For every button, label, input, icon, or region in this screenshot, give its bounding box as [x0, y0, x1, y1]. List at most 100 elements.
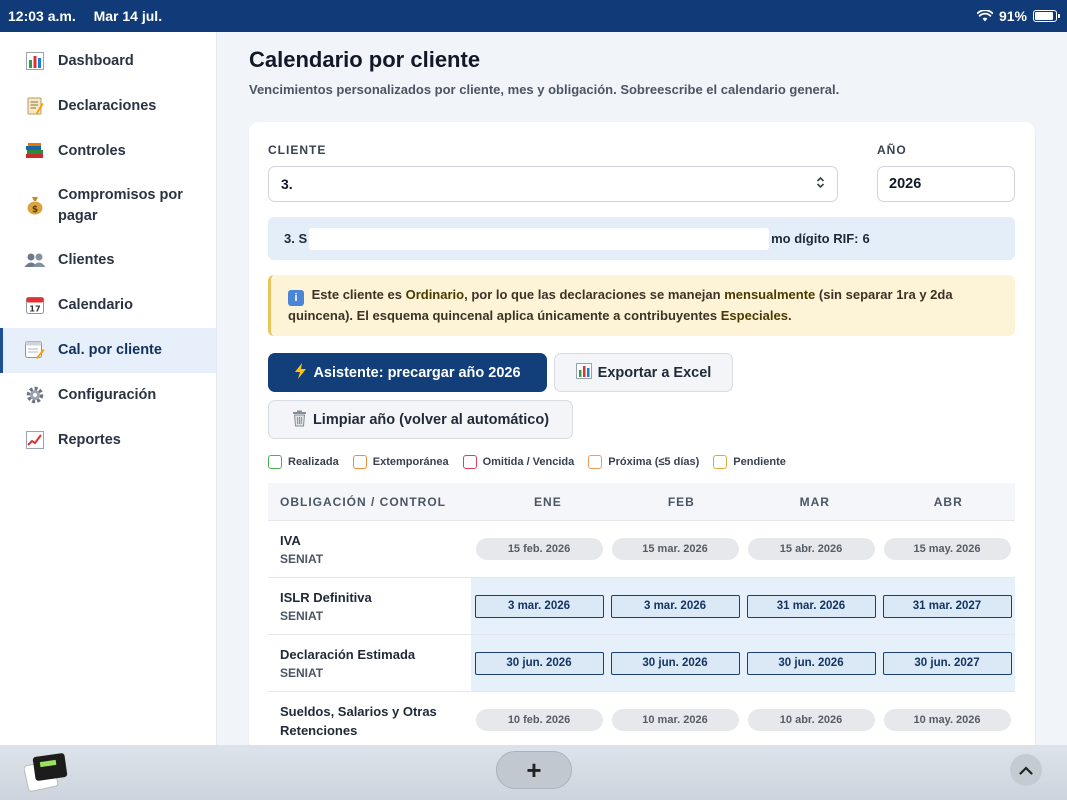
date-badge[interactable]: 15 abr. 2026	[747, 538, 875, 560]
sidebar-item-declaraciones[interactable]: Declaraciones	[0, 84, 216, 129]
date-cell: 3 mar. 2026	[471, 578, 607, 634]
info-icon: i	[288, 290, 304, 306]
obligation-name: IVA	[280, 533, 301, 548]
legend-label: Pendiente	[733, 456, 786, 468]
date-cell: 30 jun. 2026	[743, 635, 879, 691]
date-cell: 10 may. 2026	[879, 692, 1015, 745]
sidebar-item-compromisos[interactable]: $ Compromisos por pagar	[0, 174, 216, 238]
date-cell: 3 mar. 2026	[607, 578, 743, 634]
chevron-updown-icon	[816, 176, 825, 192]
date-badge[interactable]: 15 may. 2026	[883, 538, 1011, 560]
legend-item: Extemporánea	[352, 455, 449, 469]
column-header-month: ABR	[933, 494, 963, 509]
obligation-cell: Declaración Estimada SENIAT	[268, 635, 471, 691]
date-input[interactable]: 3 mar. 2026	[610, 594, 740, 618]
add-button[interactable]: +	[496, 751, 572, 789]
memo-icon	[24, 96, 46, 116]
column-header-obligation: OBLIGACIÓN / CONTROL	[280, 494, 446, 509]
notice-text: Este cliente es	[311, 287, 402, 302]
legend-swatch	[268, 455, 282, 469]
preload-year-button[interactable]: Asistente: precargar año 2026	[268, 353, 547, 392]
date-cell: 30 jun. 2026	[471, 635, 607, 691]
status-right: 91%	[976, 8, 1060, 24]
status-bar: 12:03 a.m. Mar 14 jul. 91%	[0, 0, 1067, 32]
sidebar-item-label: Controles	[58, 143, 126, 159]
date-badge[interactable]: 10 mar. 2026	[611, 709, 739, 731]
client-label: CLIENTE	[268, 143, 327, 157]
scroll-top-button[interactable]	[1010, 754, 1042, 786]
notice-bold: Especiales	[720, 308, 788, 323]
chart-bars-icon	[24, 51, 46, 71]
sidebar-item-label: Declaraciones	[58, 98, 157, 114]
clear-year-label: Limpiar año (volver al automático)	[312, 411, 550, 428]
legend-label: Omitida / Vencida	[482, 456, 575, 468]
obligation-org: SENIAT	[280, 552, 324, 566]
date-badge[interactable]: 15 mar. 2026	[611, 538, 739, 560]
users-icon	[24, 250, 46, 270]
date-input[interactable]: 30 jun. 2026	[746, 651, 876, 675]
app-thumbnail[interactable]	[23, 749, 68, 793]
client-info-suffix: mo dígito RIF:	[771, 231, 859, 246]
sidebar-item-label: Dashboard	[58, 53, 134, 69]
obligation-cell: ISLR Definitiva SENIAT	[268, 578, 471, 634]
date-badge[interactable]: 15 feb. 2026	[475, 538, 603, 560]
notice-text: , por lo que las declaraciones se maneja…	[464, 287, 721, 302]
page-subtitle: Vencimientos personalizados por cliente,…	[249, 82, 840, 97]
chart-bars-icon	[575, 363, 592, 382]
sidebar-item-label: Clientes	[58, 252, 115, 268]
legend-label: Realizada	[288, 456, 339, 468]
date-input[interactable]: 3 mar. 2026	[474, 594, 604, 618]
sidebar-item-calendario[interactable]: 17 Calendario	[0, 283, 216, 328]
client-info-prefix: 3. S	[284, 231, 308, 246]
notice-bold: Ordinario	[405, 287, 465, 302]
client-select-text: 3.	[281, 176, 293, 192]
date-badge[interactable]: 10 feb. 2026	[475, 709, 603, 731]
legend-item: Omitida / Vencida	[462, 455, 575, 469]
sidebar-item-label: Reportes	[58, 432, 121, 448]
export-excel-label: Exportar a Excel	[597, 364, 712, 381]
sidebar-item-configuracion[interactable]: Configuración	[0, 373, 216, 418]
wifi-icon	[976, 10, 993, 22]
sidebar: Dashboard Declaraciones Controles $ Comp…	[0, 32, 217, 745]
notice-text: .	[787, 308, 792, 323]
date-input[interactable]: 30 jun. 2026	[474, 651, 604, 675]
clear-year-button[interactable]: Limpiar año (volver al automático)	[268, 400, 573, 439]
battery-icon	[1033, 10, 1060, 22]
date-input[interactable]: 31 mar. 2027	[882, 594, 1012, 618]
month-cells: 30 jun. 2026 30 jun. 2026 30 jun. 2026 30 j…	[471, 635, 1015, 691]
date-input[interactable]: 30 jun. 2026	[610, 651, 740, 675]
svg-text:$: $	[32, 205, 38, 215]
page-title: Calendario por cliente	[249, 47, 481, 72]
calendar-edit-icon	[24, 340, 46, 360]
regime-notice: i Este cliente es Ordinario, por lo que …	[268, 275, 1015, 336]
sidebar-item-clientes[interactable]: Clientes	[0, 238, 216, 283]
redacted-block	[292, 177, 683, 191]
status-date: Mar 14 jul.	[93, 8, 163, 24]
sidebar-item-dashboard[interactable]: Dashboard	[0, 39, 216, 84]
date-badge[interactable]: 10 may. 2026	[883, 709, 1011, 731]
date-input[interactable]: 30 jun. 2027	[882, 651, 1012, 675]
date-cell: 31 mar. 2026	[743, 578, 879, 634]
battery-percent: 91%	[998, 8, 1027, 24]
year-input[interactable]: 2026	[877, 166, 1015, 202]
sidebar-item-controles[interactable]: Controles	[0, 129, 216, 174]
obligation-name: ISLR Definitiva	[280, 590, 372, 605]
table-row: Sueldos, Salarios y Otras Retenciones 10 …	[268, 692, 1015, 745]
date-input[interactable]: 31 mar. 2026	[746, 594, 876, 618]
preload-year-label: Asistente: precargar año 2026	[313, 364, 521, 381]
date-badge[interactable]: 10 abr. 2026	[747, 709, 875, 731]
sidebar-item-reportes[interactable]: Reportes	[0, 418, 216, 463]
client-select-value: 3.	[281, 176, 683, 192]
column-header-month: FEB	[667, 494, 695, 509]
date-cell: 10 mar. 2026	[607, 692, 743, 745]
year-label: AÑO	[877, 143, 907, 157]
obligation-name: Sueldos, Salarios y Otras Retenciones	[280, 704, 437, 738]
legend-label: Extemporánea	[372, 456, 449, 468]
client-select[interactable]: 3.	[268, 166, 838, 202]
sidebar-item-cal-por-cliente[interactable]: Cal. por cliente	[0, 328, 216, 373]
date-cell: 31 mar. 2027	[879, 578, 1015, 634]
export-excel-button[interactable]: Exportar a Excel	[554, 353, 733, 392]
date-cell: 15 may. 2026	[879, 521, 1015, 577]
date-cell: 15 feb. 2026	[471, 521, 607, 577]
month-cells: 3 mar. 2026 3 mar. 2026 31 mar. 2026 31 mar…	[471, 578, 1015, 634]
